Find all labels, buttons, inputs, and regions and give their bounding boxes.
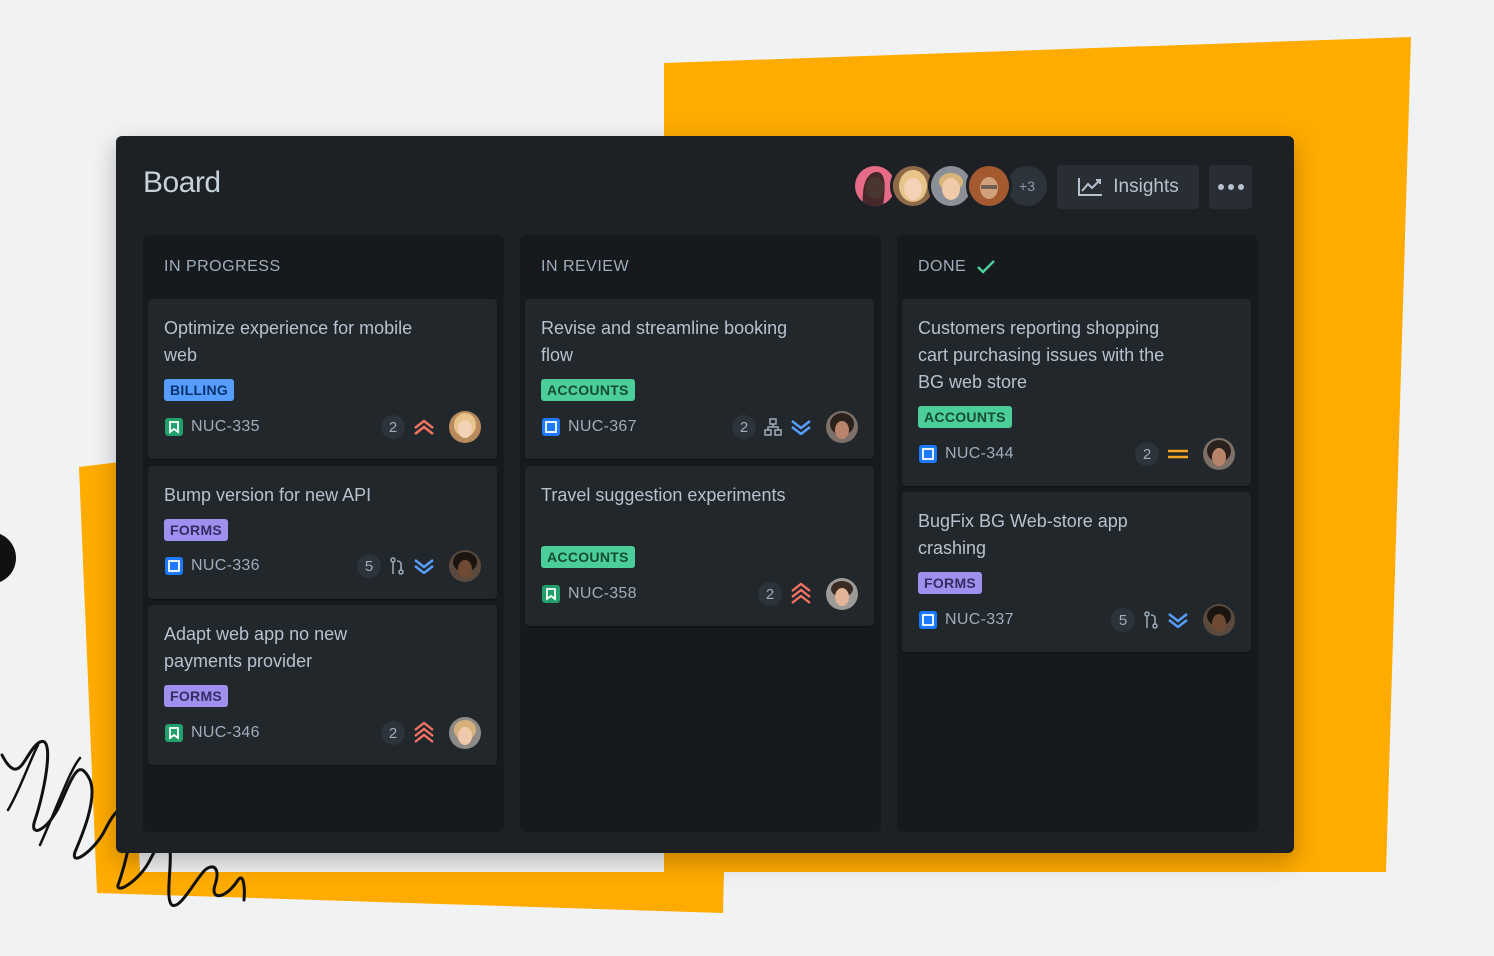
priority-highest-icon (413, 721, 435, 745)
column-in-review: IN REVIEW Revise and streamline booking … (520, 235, 881, 832)
issue-card[interactable]: Bump version for new API FORMS NUC-336 5 (148, 466, 497, 599)
assignee-avatar[interactable] (449, 550, 481, 582)
card-title: Travel suggestion experiments (541, 485, 786, 505)
assignee-avatar[interactable] (826, 578, 858, 610)
card-footer: NUC-367 2 (541, 411, 858, 443)
issue-card[interactable]: Customers reporting shopping cart purcha… (902, 299, 1251, 486)
board-panel: Board +3 Insights IN PROGRESS Optimize e… (116, 136, 1294, 853)
column-title: IN REVIEW (541, 258, 630, 275)
task-icon (165, 557, 183, 575)
priority-medium-icon (1167, 446, 1189, 462)
pull-request-icon (1143, 611, 1159, 629)
issue-key[interactable]: NUC-358 (568, 584, 637, 604)
task-icon (919, 445, 937, 463)
issue-card[interactable]: Adapt web app no new payments provider F… (148, 605, 497, 765)
card-label: FORMS (164, 685, 229, 707)
check-icon (977, 260, 996, 274)
card-footer: NUC-336 5 (164, 550, 481, 582)
issue-key[interactable]: NUC-336 (191, 556, 260, 576)
comment-count: 5 (1111, 608, 1135, 632)
card-footer: NUC-335 2 (164, 411, 481, 443)
card-footer: NUC-358 2 (541, 578, 858, 610)
card-label: ACCOUNTS (541, 546, 635, 568)
comment-count: 2 (732, 415, 756, 439)
column-title: DONE (918, 258, 967, 275)
story-icon (542, 585, 560, 603)
card-footer: NUC-337 5 (918, 604, 1235, 636)
story-icon (165, 418, 183, 436)
card-title: Revise and streamline booking flow (541, 318, 788, 365)
card-title: BugFix BG Web-store app crashing (918, 511, 1128, 558)
priority-lowest-icon (1167, 612, 1189, 628)
issue-key[interactable]: NUC-344 (945, 444, 1014, 464)
issue-key[interactable]: NUC-367 (568, 417, 637, 437)
comment-count: 2 (1135, 442, 1159, 466)
more-horizontal-icon (1217, 184, 1244, 190)
team-avatars[interactable]: +3 (852, 163, 1050, 209)
page-title: Board (143, 166, 221, 199)
assignee-avatar[interactable] (1203, 438, 1235, 470)
card-footer: NUC-344 2 (918, 438, 1235, 470)
insights-button[interactable]: Insights (1057, 165, 1199, 209)
task-icon (919, 611, 937, 629)
card-label: ACCOUNTS (541, 379, 635, 401)
assignee-avatar[interactable] (449, 411, 481, 443)
pull-request-icon (389, 557, 405, 575)
priority-highest-icon (790, 582, 812, 606)
priority-high-icon (413, 419, 435, 435)
comment-count: 2 (758, 582, 782, 606)
column-done: DONE Customers reporting shopping cart p… (897, 235, 1258, 832)
hierarchy-icon (764, 418, 782, 436)
chart-line-icon (1078, 178, 1103, 196)
insights-label: Insights (1113, 176, 1179, 197)
card-label: FORMS (164, 519, 229, 541)
assignee-avatar[interactable] (1203, 604, 1235, 636)
issue-card[interactable]: Travel suggestion experiments ACCOUNTS N… (525, 466, 874, 626)
issue-card[interactable]: BugFix BG Web-store app crashing FORMS N… (902, 492, 1251, 652)
priority-lowest-icon (790, 419, 812, 435)
issue-key[interactable]: NUC-337 (945, 610, 1014, 630)
card-title: Adapt web app no new payments provider (164, 624, 348, 671)
comment-count: 5 (357, 554, 381, 578)
card-title: Optimize experience for mobile web (164, 318, 413, 365)
card-label: ACCOUNTS (918, 406, 1012, 428)
comment-count: 2 (381, 415, 405, 439)
card-footer: NUC-346 2 (164, 717, 481, 749)
card-label: BILLING (164, 379, 235, 401)
priority-lowest-icon (413, 558, 435, 574)
issue-key[interactable]: NUC-335 (191, 417, 260, 437)
comment-count: 2 (381, 721, 405, 745)
issue-key[interactable]: NUC-346 (191, 723, 260, 743)
column-header: DONE (918, 258, 996, 276)
card-label: FORMS (918, 572, 983, 594)
task-icon (542, 418, 560, 436)
card-title: Bump version for new API (164, 485, 372, 505)
avatar[interactable] (966, 163, 1012, 209)
card-title: Customers reporting shopping cart purcha… (918, 318, 1165, 392)
dark-circle-decoration (0, 534, 16, 582)
assignee-avatar[interactable] (449, 717, 481, 749)
assignee-avatar[interactable] (826, 411, 858, 443)
column-title: IN PROGRESS (164, 258, 281, 275)
scribble-decoration-2 (6, 743, 82, 847)
issue-card[interactable]: Revise and streamline booking flow ACCOU… (525, 299, 874, 459)
more-actions-button[interactable] (1209, 165, 1252, 209)
issue-card[interactable]: Optimize experience for mobile web BILLI… (148, 299, 497, 459)
story-icon (165, 724, 183, 742)
column-in-progress: IN PROGRESS Optimize experience for mobi… (143, 235, 504, 832)
